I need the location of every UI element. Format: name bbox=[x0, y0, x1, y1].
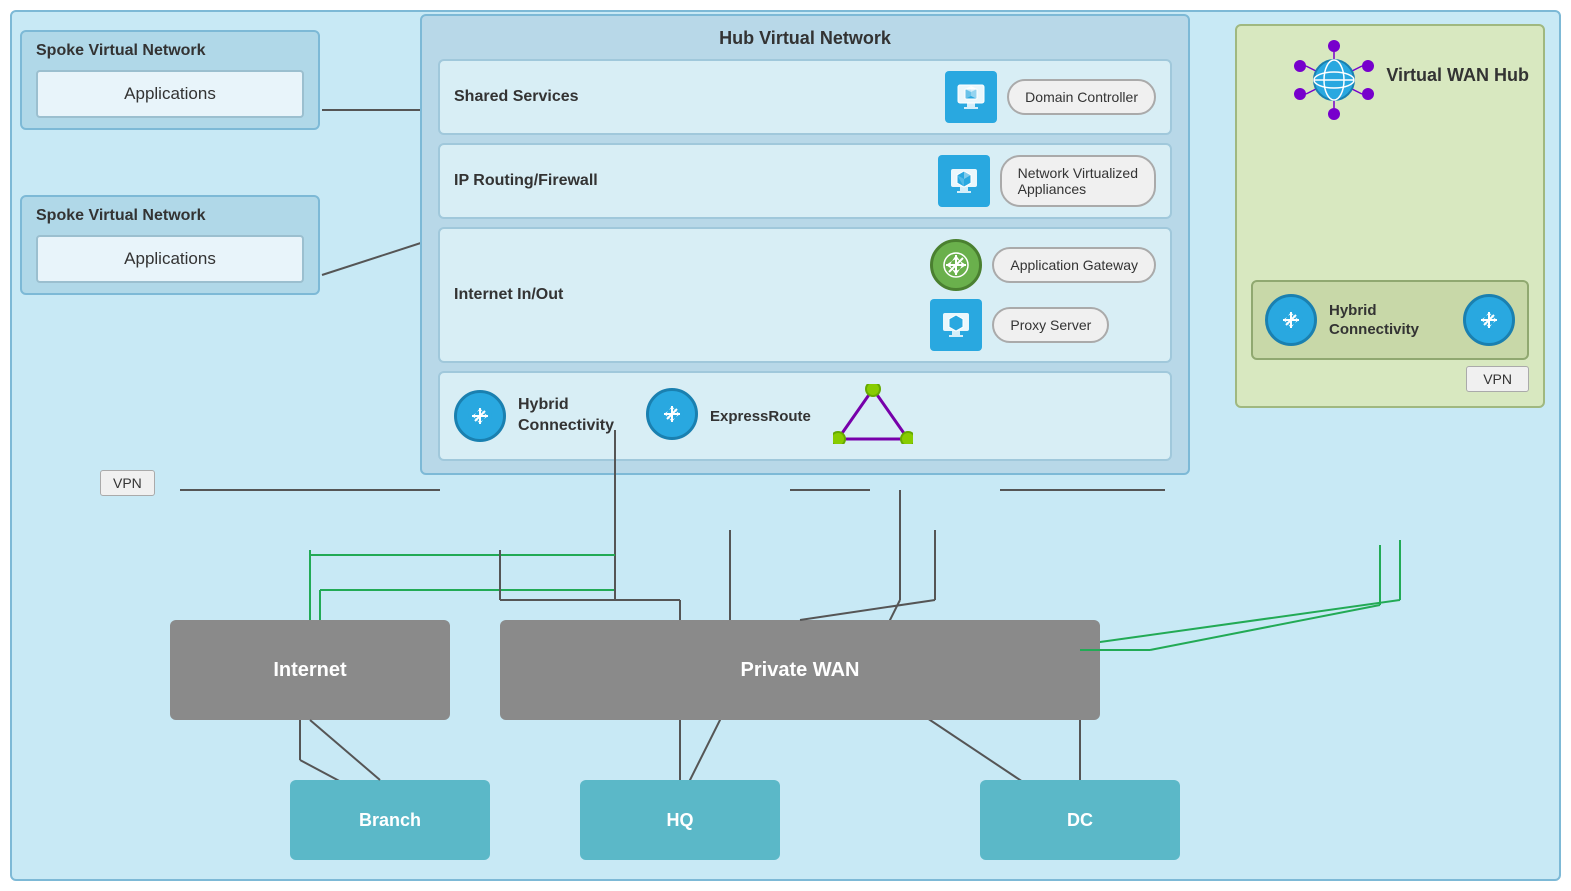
hub-hybrid-content: HybridConnectivity bbox=[454, 384, 913, 449]
nva-badge: Network VirtualizedAppliances bbox=[1000, 155, 1156, 207]
domain-controller-badge: Domain Controller bbox=[1007, 79, 1156, 115]
lock-icon-2 bbox=[646, 388, 698, 440]
proxy-row: Proxy Server bbox=[930, 299, 1156, 351]
hub-hybrid-label: HybridConnectivity bbox=[518, 395, 614, 437]
internet-box: Internet bbox=[170, 620, 450, 720]
gateway-row: Application Gateway bbox=[930, 239, 1156, 291]
internet-inout-section: Internet In/Out bbox=[438, 227, 1172, 363]
spoke2-container: Spoke Virtual Network Applications bbox=[20, 195, 320, 295]
wan-hybrid-label: HybridConnectivity bbox=[1329, 301, 1419, 340]
wan-hub-box: Virtual WAN Hub bbox=[1235, 24, 1545, 408]
spoke2-app: Applications bbox=[36, 235, 304, 283]
proxy-server-badge: Proxy Server bbox=[992, 307, 1109, 343]
internet-icons: Application Gateway Proxy Server bbox=[930, 239, 1156, 351]
ip-routing-label: IP Routing/Firewall bbox=[454, 172, 634, 190]
hub-container: Hub Virtual Network Shared Services bbox=[420, 14, 1190, 475]
lock-icon-3 bbox=[1265, 294, 1317, 346]
globe-icon bbox=[1294, 40, 1374, 120]
wan-hub-header: Virtual WAN Hub bbox=[1251, 40, 1529, 120]
ip-routing-icons: Network VirtualizedAppliances bbox=[938, 155, 1156, 207]
hub-box: Hub Virtual Network Shared Services bbox=[420, 14, 1190, 475]
lock-icon-4 bbox=[1463, 294, 1515, 346]
shared-services-icons: Domain Controller bbox=[945, 71, 1156, 123]
private-wan-box: Private WAN bbox=[500, 620, 1100, 720]
lock-icon-1 bbox=[454, 390, 506, 442]
app-gateway-badge: Application Gateway bbox=[992, 247, 1156, 283]
branch-label: Branch bbox=[359, 810, 421, 831]
spoke1-app: Applications bbox=[36, 70, 304, 118]
gateway-icon bbox=[930, 239, 982, 291]
wan-vpn-label: VPN bbox=[1466, 366, 1529, 392]
ip-routing-section: IP Routing/Firewall Network VirtualizedA… bbox=[438, 143, 1172, 219]
spoke1-title: Spoke Virtual Network bbox=[36, 42, 304, 60]
diagram: Spoke Virtual Network Applications Spoke… bbox=[0, 0, 1571, 891]
spoke1-container: Spoke Virtual Network Applications bbox=[20, 30, 320, 130]
wan-hub-title: Virtual WAN Hub bbox=[1386, 65, 1529, 86]
shared-services-section: Shared Services bbox=[438, 59, 1172, 135]
spoke2-title: Spoke Virtual Network bbox=[36, 207, 304, 225]
expressroute-label: ExpressRoute bbox=[710, 408, 811, 425]
spoke2-box: Spoke Virtual Network Applications bbox=[20, 195, 320, 295]
hub-hybrid-section: HybridConnectivity bbox=[438, 371, 1172, 461]
hq-node: HQ bbox=[580, 780, 780, 860]
shared-services-label: Shared Services bbox=[454, 88, 634, 106]
dc-label: DC bbox=[1067, 810, 1093, 831]
branch-node: Branch bbox=[290, 780, 490, 860]
private-wan-label: Private WAN bbox=[741, 659, 860, 682]
wan-hybrid-section: HybridConnectivity bbox=[1251, 280, 1529, 360]
hub-title: Hub Virtual Network bbox=[438, 28, 1172, 49]
expressroute-triangle bbox=[833, 384, 913, 449]
internet-inout-label: Internet In/Out bbox=[454, 286, 634, 304]
monitor-icon-2 bbox=[938, 155, 990, 207]
hq-label: HQ bbox=[667, 810, 694, 831]
spoke1-box: Spoke Virtual Network Applications bbox=[20, 30, 320, 130]
internet-label: Internet bbox=[273, 659, 346, 682]
monitor-icon-1 bbox=[945, 71, 997, 123]
monitor-icon-3 bbox=[930, 299, 982, 351]
dc-node: DC bbox=[980, 780, 1180, 860]
vpn-text-left: VPN bbox=[100, 470, 155, 496]
expressroute-area bbox=[646, 388, 698, 444]
